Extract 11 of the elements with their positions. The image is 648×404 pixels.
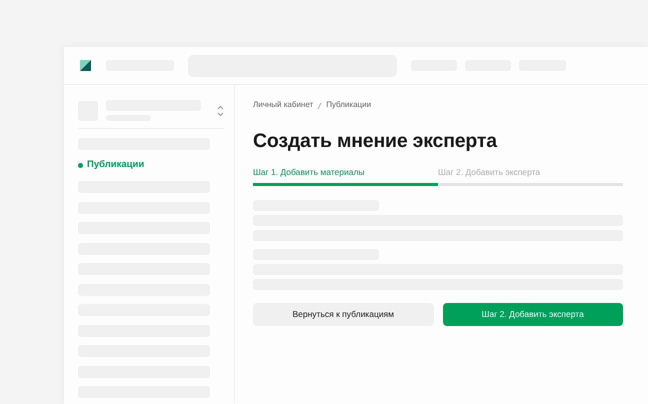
page-title: Создать мнение эксперта xyxy=(253,129,498,154)
sidebar-item[interactable]: Публикации xyxy=(78,158,234,172)
chevron-up-down-icon[interactable] xyxy=(217,104,224,116)
breadcrumb-link[interactable]: Личный кабинет xyxy=(253,99,314,111)
next-step-button[interactable]: Шаг 2. Добавить эксперта xyxy=(442,303,623,326)
breadcrumb-link[interactable]: Публикации xyxy=(326,99,372,111)
separator-icon xyxy=(317,100,322,110)
logo-icon xyxy=(80,60,91,71)
step-tab[interactable]: Шаг 2. Добавить эксперта xyxy=(438,166,623,186)
back-button[interactable]: Вернуться к публикациям xyxy=(253,303,434,326)
step-tab[interactable]: Шаг 1. Добавить материалы xyxy=(253,166,438,186)
